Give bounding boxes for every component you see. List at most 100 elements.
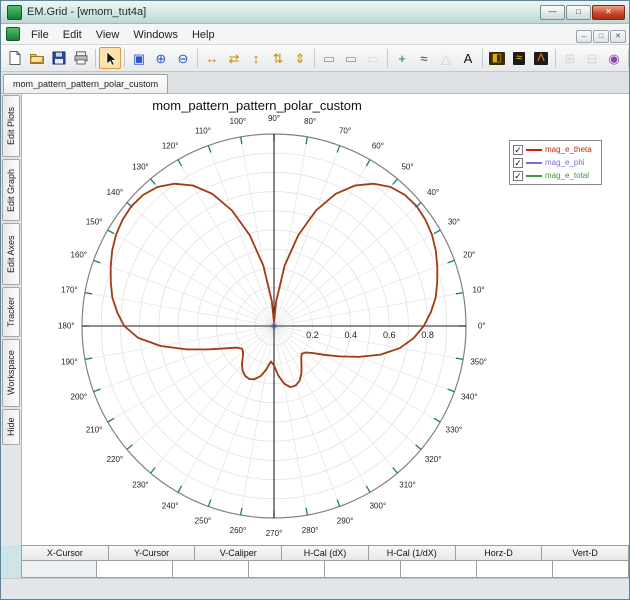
angle-label: 0° <box>478 322 486 331</box>
status-value-cell[interactable] <box>249 561 325 578</box>
sidebar-tab-edit-graph[interactable]: Edit Graph <box>2 159 20 221</box>
child-close-button[interactable]: ✕ <box>610 30 626 44</box>
spectrum-graph-icon[interactable]: ≈ <box>508 47 530 69</box>
legend-checkbox-mag_e_phi[interactable]: ✓ <box>513 157 523 168</box>
child-minimize-button[interactable]: – <box>576 30 592 44</box>
status-value-cell[interactable] <box>401 561 477 578</box>
angle-label: 210° <box>86 425 103 434</box>
plot-area[interactable]: mom_pattern_pattern_polar_custom 0° 10° 20… <box>22 94 629 545</box>
new-document-icon[interactable] <box>4 47 26 69</box>
angle-label: 150° <box>86 218 103 227</box>
child-window-icon <box>6 27 20 41</box>
window-controls: — □ ✕ <box>540 4 625 20</box>
cartesian-graph-icon[interactable]: ◧ <box>486 47 508 69</box>
status-value-cell[interactable] <box>97 561 173 578</box>
title-bar: EM.Grid - [wmom_tut4a] — □ ✕ <box>1 1 629 24</box>
frame-select-2-icon[interactable]: ▭ <box>340 47 362 69</box>
sidebar-tab-tracker[interactable]: Tracker <box>2 287 20 337</box>
status-header-row: X-Cursor Y-Cursor V-Caliper H-Cal (dX) H-Cal… <box>21 545 630 561</box>
zoom-window-icon[interactable]: ▣ <box>128 47 150 69</box>
toolbar-separator <box>628 49 629 67</box>
plot-title: mom_pattern_pattern_polar_custom <box>152 98 362 113</box>
frame-select-1-icon[interactable]: ▭ <box>318 47 340 69</box>
fit-vertical-icon[interactable]: ↕ <box>245 47 267 69</box>
sidebar-tab-edit-plots[interactable]: Edit Plots <box>2 95 20 157</box>
frame-select-3-icon: ▭ <box>362 47 384 69</box>
zoom-in-icon[interactable]: ⊕ <box>150 47 172 69</box>
sidebar-tab-edit-axes[interactable]: Edit Axes <box>2 223 20 285</box>
toolbar-separator <box>197 49 198 67</box>
minimize-button[interactable]: — <box>540 4 565 20</box>
status-value-stub <box>21 561 97 578</box>
menu-windows[interactable]: Windows <box>126 27 185 43</box>
status-header-v-caliper: V-Caliper <box>195 545 283 561</box>
add-marker-icon[interactable]: + <box>391 47 413 69</box>
sidebar-tab-hide[interactable]: Hide <box>2 409 20 445</box>
angle-label: 40° <box>427 188 439 197</box>
save-icon[interactable] <box>48 47 70 69</box>
legend-checkbox-mag_e_theta[interactable]: ✓ <box>513 144 523 155</box>
app-icon <box>7 4 22 20</box>
legend-row: ✓ mag_e_theta <box>513 143 598 156</box>
angle-label: 300° <box>370 501 387 510</box>
angle-label: 330° <box>446 425 463 434</box>
radial-tick-label: 0.8 <box>421 330 434 340</box>
radial-tick-label: 0.4 <box>345 330 358 340</box>
angle-label: 70° <box>339 126 351 135</box>
smith-chart-icon[interactable]: ◉ <box>603 47 625 69</box>
angle-label: 250° <box>195 517 212 526</box>
radial-tick-label: 0.2 <box>306 330 319 340</box>
bottom-strip <box>1 578 629 599</box>
angle-label: 160° <box>71 250 88 259</box>
close-button[interactable]: ✕ <box>592 4 625 20</box>
open-file-icon[interactable] <box>26 47 48 69</box>
status-header-horz-d: Horz-D <box>455 545 543 561</box>
menu-edit[interactable]: Edit <box>56 27 89 43</box>
menu-help[interactable]: Help <box>185 27 222 43</box>
fit-all-icon[interactable]: ⇕ <box>289 47 311 69</box>
toolbar-separator <box>124 49 125 67</box>
toolbar: ▣⊕⊖↔⇄↕⇅⇕▭▭▭+≈△A◧≈Λ⊞⊟◉⇔Layou <box>1 45 629 72</box>
sidebar-tab-workspace[interactable]: Workspace <box>2 339 20 407</box>
polar-graph-icon[interactable]: Λ <box>530 47 552 69</box>
side-tab-strip: Edit Plots Edit Graph Edit Axes Tracker Work… <box>1 94 22 545</box>
maximize-button[interactable]: □ <box>566 4 591 20</box>
status-value-cell[interactable] <box>477 561 553 578</box>
fit-horizontal-icon[interactable]: ↔ <box>201 47 223 69</box>
select-cursor-icon[interactable] <box>99 47 121 69</box>
legend: ✓ mag_e_theta ✓ mag_e_phi ✓ mag_e_total <box>509 140 602 185</box>
pan-vertical-icon[interactable]: ⇅ <box>267 47 289 69</box>
status-value-cell[interactable] <box>325 561 401 578</box>
status-header-h-cal-1-dx-: H-Cal (1/dX) <box>368 545 456 561</box>
menu-file[interactable]: File <box>24 27 56 43</box>
angle-label: 100° <box>230 117 247 126</box>
angle-label: 320° <box>425 455 442 464</box>
toolbar-separator <box>95 49 96 67</box>
legend-line-sample <box>526 174 542 177</box>
radial-tick-label: 0.6 <box>383 330 396 340</box>
angle-label: 230° <box>132 481 149 490</box>
angle-label: 60° <box>372 142 384 151</box>
tab-mom-pattern-polar-custom[interactable]: mom_pattern_pattern_polar_custom <box>3 74 169 93</box>
legend-line-sample <box>526 148 542 151</box>
status-value-cell[interactable] <box>553 561 629 578</box>
window-title: EM.Grid - [wmom_tut4a] <box>27 6 147 18</box>
angle-label: 20° <box>463 250 475 259</box>
print-icon[interactable] <box>70 47 92 69</box>
menu-view[interactable]: View <box>89 27 127 43</box>
pan-horizontal-icon[interactable]: ⇄ <box>223 47 245 69</box>
angle-label: 240° <box>162 501 179 510</box>
angle-label: 280° <box>302 526 319 535</box>
zoom-out-icon[interactable]: ⊖ <box>172 47 194 69</box>
toolbar-separator <box>555 49 556 67</box>
legend-checkbox-mag_e_total[interactable]: ✓ <box>513 170 523 181</box>
add-text-icon[interactable]: A <box>457 47 479 69</box>
angle-label: 170° <box>61 285 78 294</box>
child-restore-button[interactable]: □ <box>593 30 609 44</box>
add-curve-icon[interactable]: ≈ <box>413 47 435 69</box>
legend-label: mag_e_total <box>545 171 590 180</box>
status-value-cell[interactable] <box>173 561 249 578</box>
angle-label: 80° <box>304 117 316 126</box>
angle-label: 290° <box>337 517 354 526</box>
status-header-h-cal-dx-: H-Cal (dX) <box>282 545 369 561</box>
